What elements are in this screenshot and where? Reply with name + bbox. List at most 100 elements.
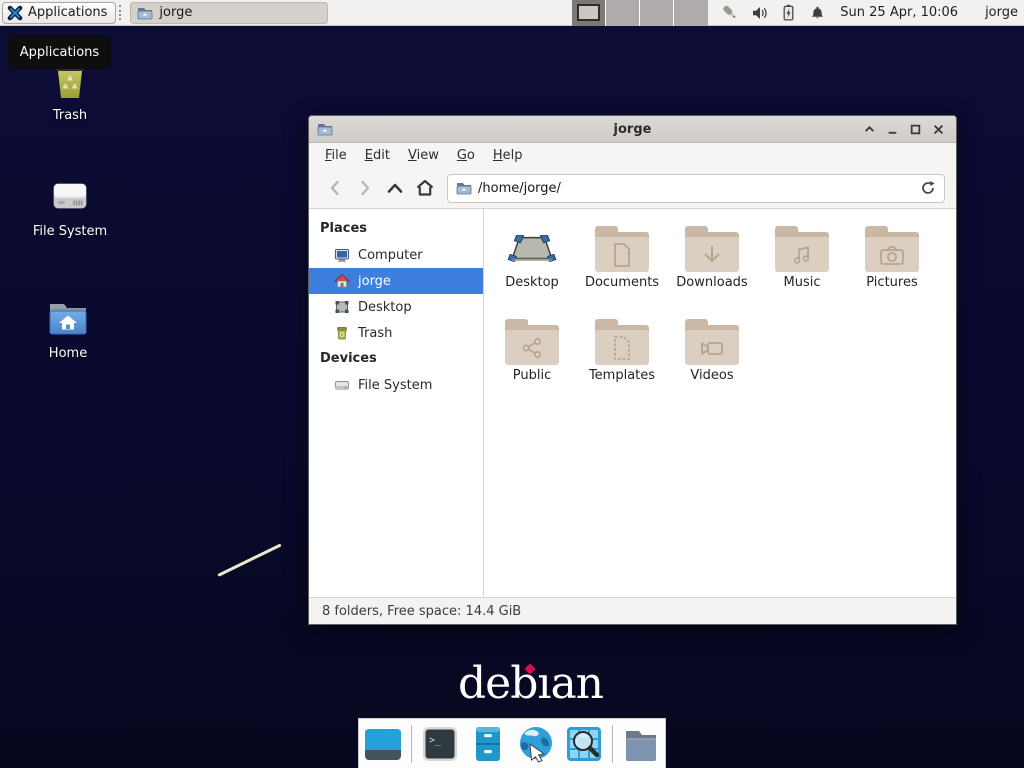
terminal-button[interactable]: >_	[420, 724, 460, 764]
file-item-public[interactable]: Public	[487, 307, 577, 400]
file-item-downloads[interactable]: Downloads	[667, 214, 757, 307]
document-glyph-icon	[610, 242, 634, 268]
file-item-documents[interactable]: Documents	[577, 214, 667, 307]
stray-line-artifact	[217, 543, 281, 576]
close-button[interactable]	[931, 122, 946, 137]
applications-menu-button[interactable]: Applications	[2, 2, 116, 24]
desktop-icon-label: File System	[33, 224, 107, 239]
file-item-templates[interactable]: Templates	[577, 307, 667, 400]
show-desktop-button[interactable]	[363, 724, 403, 764]
taskbar-folder-icon	[137, 5, 153, 21]
menu-go[interactable]: Go	[448, 145, 484, 166]
desktop-surface-icon	[506, 222, 558, 272]
back-button[interactable]	[320, 173, 350, 203]
folder-icon	[621, 724, 661, 764]
up-button[interactable]	[380, 173, 410, 203]
home-folder-icon	[44, 294, 92, 342]
hard-drive-icon	[334, 377, 350, 393]
window-titlebar[interactable]: jorge	[309, 116, 956, 143]
file-item-pictures[interactable]: Pictures	[847, 214, 937, 307]
file-manager-button[interactable]	[621, 724, 661, 764]
file-item-desktop[interactable]: Desktop	[487, 214, 577, 307]
template-page-icon	[610, 335, 634, 361]
dock: >_	[358, 718, 666, 768]
statusbar-text: 8 folders, Free space: 14.4 GiB	[322, 604, 521, 619]
wordmark-text: an	[550, 658, 603, 709]
taskbar-window-button[interactable]: jorge	[130, 2, 328, 24]
notifications-bell-icon[interactable]	[808, 4, 826, 21]
wordmark-text: ı	[537, 658, 550, 709]
sidebar-item-computer[interactable]: Computer	[309, 242, 483, 268]
sidebar-item-label: Desktop	[358, 300, 412, 315]
panel-clock[interactable]: Sun 25 Apr, 10:06	[840, 5, 958, 20]
terminal-icon: >_	[420, 724, 460, 764]
sidebar-header-places: Places	[309, 216, 483, 242]
sidebar-item-jorge[interactable]: jorge	[309, 268, 483, 294]
workspace-3[interactable]	[640, 0, 674, 26]
file-item-videos[interactable]: Videos	[667, 307, 757, 400]
web-browser-globe-icon	[516, 724, 556, 764]
download-arrow-icon	[700, 243, 724, 267]
app-finder-icon	[564, 724, 604, 764]
desktop-icon-home[interactable]: Home	[22, 294, 114, 361]
file-list: Desktop Documents	[484, 209, 956, 597]
workspace-window-thumb	[577, 4, 600, 21]
sidebar-item-label: Computer	[358, 248, 423, 263]
file-manager-window: jorge File Edit View Go Help	[308, 115, 957, 625]
file-item-music[interactable]: Music	[757, 214, 847, 307]
workspace-2[interactable]	[606, 0, 640, 26]
menu-file[interactable]: File	[316, 145, 356, 166]
sidebar: Places Computer	[309, 209, 484, 597]
minimize-button[interactable]	[885, 122, 900, 137]
desktop-icon-label: Trash	[53, 108, 87, 123]
workspace-4[interactable]	[674, 0, 708, 26]
hard-drive-icon	[46, 172, 94, 220]
stylus-icon[interactable]	[721, 4, 739, 21]
reload-icon[interactable]	[920, 180, 936, 196]
dock-separator	[612, 725, 613, 763]
sidebar-item-trash[interactable]: Trash	[309, 320, 483, 346]
maximize-button[interactable]	[908, 122, 923, 137]
panel-handle	[119, 5, 126, 20]
music-notes-icon	[790, 243, 814, 267]
panel-user-label[interactable]: jorge	[985, 5, 1018, 20]
menu-help[interactable]: Help	[484, 145, 532, 166]
battery-charging-icon[interactable]	[779, 4, 797, 21]
home-button[interactable]	[410, 173, 440, 203]
window-title: jorge	[309, 122, 956, 137]
sidebar-item-desktop[interactable]: Desktop	[309, 294, 483, 320]
taskbar-window-label: jorge	[159, 5, 192, 20]
debian-wordmark: debıan	[458, 658, 603, 709]
file-label: Downloads	[676, 275, 747, 290]
file-label: Documents	[585, 275, 659, 290]
svg-text:>_: >_	[429, 735, 442, 746]
path-input[interactable]	[478, 181, 914, 196]
applications-tooltip: Applications	[8, 35, 111, 69]
workspace-1[interactable]	[572, 0, 606, 26]
sidebar-item-label: Trash	[358, 326, 392, 341]
menu-edit[interactable]: Edit	[356, 145, 399, 166]
sidebar-header-devices: Devices	[309, 346, 483, 372]
trash-icon	[334, 325, 350, 341]
tooltip-text: Applications	[20, 45, 99, 60]
file-label: Public	[513, 368, 551, 383]
share-nodes-icon	[520, 336, 544, 360]
path-bar[interactable]	[447, 174, 945, 203]
desktop-icon-file-system[interactable]: File System	[24, 172, 116, 239]
applications-menu-label: Applications	[28, 5, 107, 20]
file-cabinet-button[interactable]	[468, 724, 508, 764]
menubar: File Edit View Go Help	[309, 143, 956, 168]
top-panel: Applications jorge	[0, 0, 1024, 26]
statusbar: 8 folders, Free space: 14.4 GiB	[309, 597, 956, 624]
menu-view[interactable]: View	[399, 145, 448, 166]
forward-button[interactable]	[350, 173, 380, 203]
home-icon	[334, 273, 350, 289]
wordmark-text: deb	[458, 658, 537, 709]
sidebar-item-file-system[interactable]: File System	[309, 372, 483, 398]
dock-separator	[411, 725, 412, 763]
shade-button[interactable]	[862, 122, 877, 137]
web-browser-button[interactable]	[516, 724, 556, 764]
computer-icon	[334, 247, 350, 263]
volume-icon[interactable]	[750, 4, 768, 21]
app-finder-button[interactable]	[564, 724, 604, 764]
